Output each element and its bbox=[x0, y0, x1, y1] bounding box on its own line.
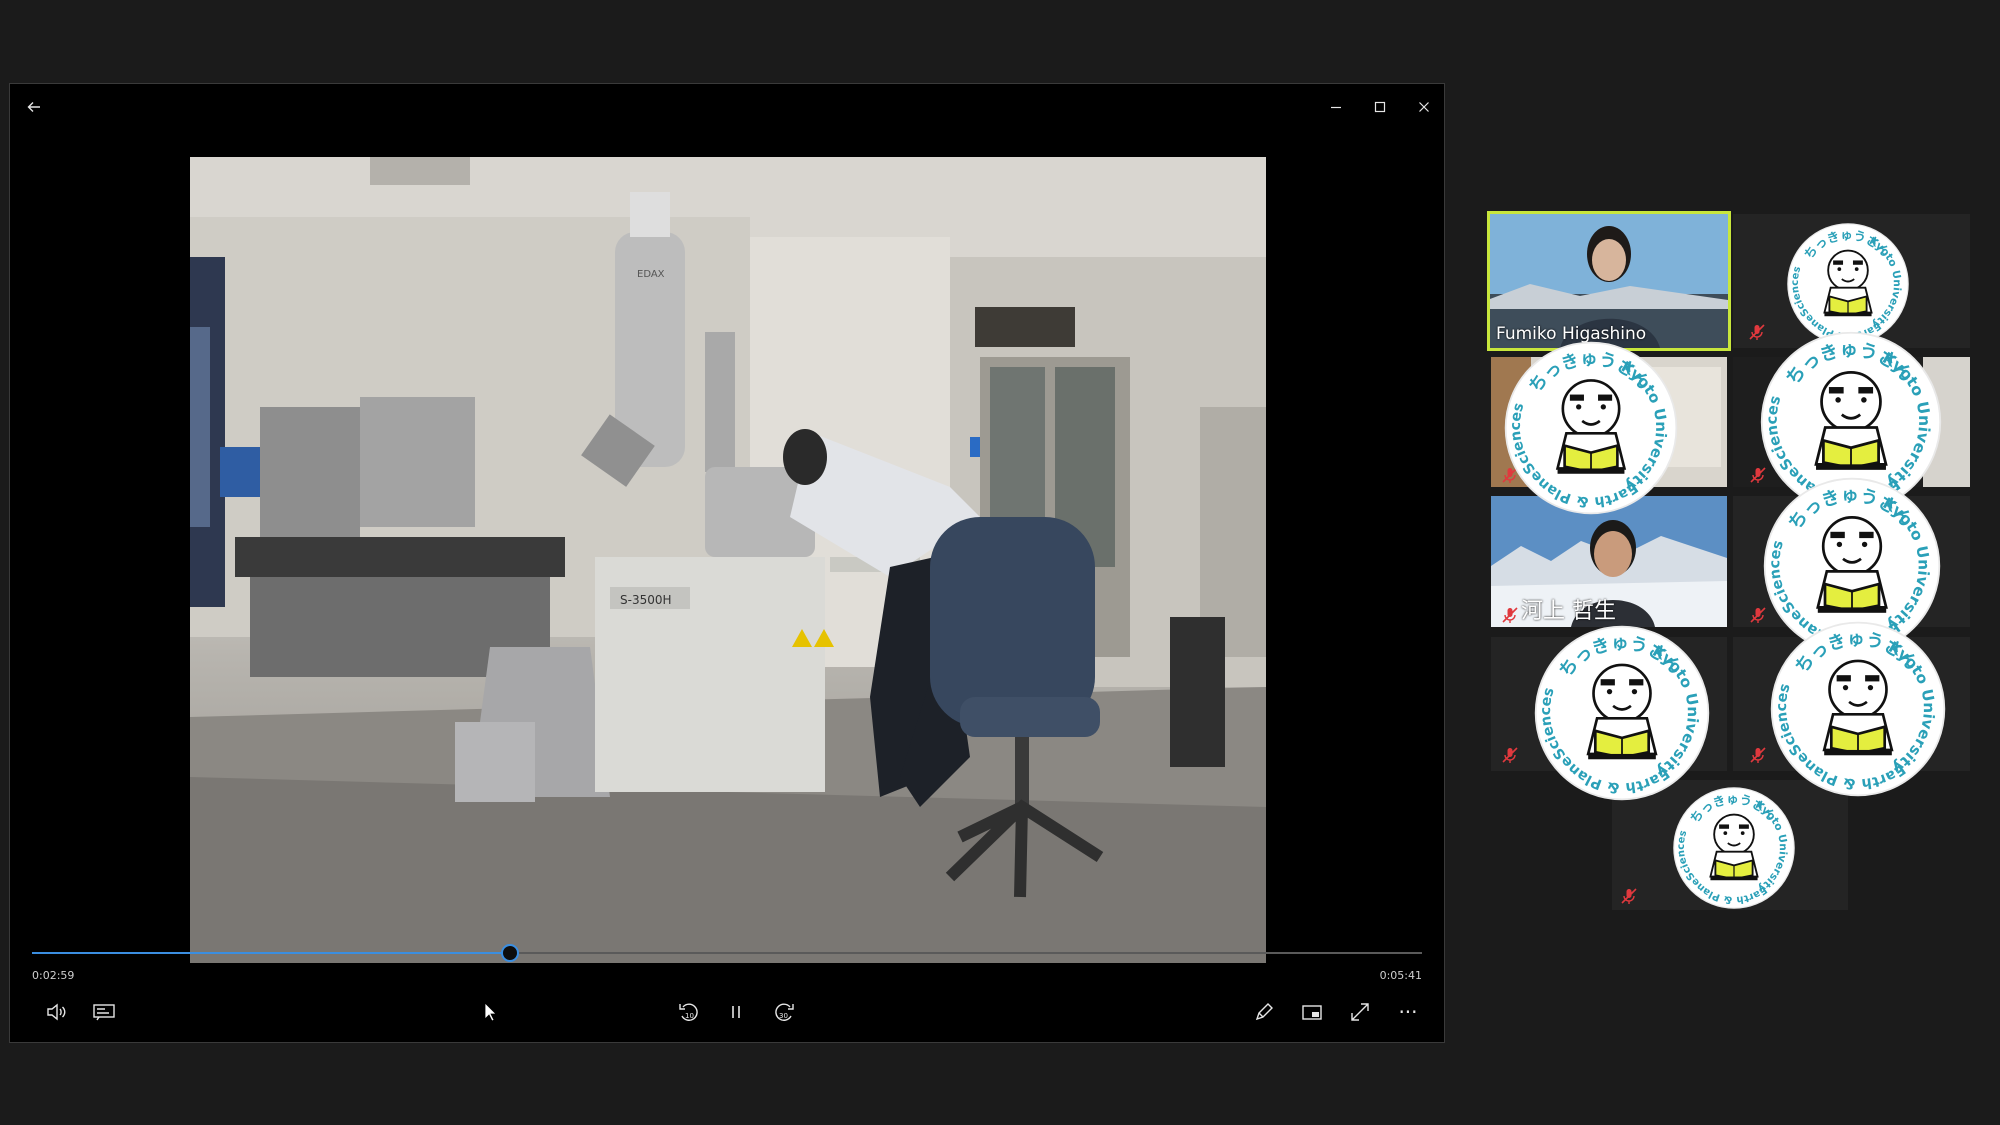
more-icon: ··· bbox=[1398, 1000, 1418, 1024]
cursor-arrow-icon bbox=[484, 1002, 497, 1022]
pause-button[interactable] bbox=[716, 992, 756, 1032]
progress-track[interactable] bbox=[32, 944, 1422, 962]
muted-microphone-icon bbox=[1502, 607, 1518, 623]
kyoto-university-logo-icon: ちっきゅうさん Kyoto University Earth & Planeta… bbox=[1783, 214, 1909, 345]
back-button[interactable] bbox=[18, 94, 50, 120]
participant-avatar-logo: ちっきゅうさん Kyoto University Earth & Planeta… bbox=[1764, 608, 1947, 798]
total-time: 0:05:41 bbox=[1379, 969, 1422, 982]
video-player-window: S-3500H EDAX 0:02:59 0:05:41 10 30 ··· bbox=[9, 83, 1445, 1043]
mouse-cursor bbox=[470, 992, 510, 1032]
fullscreen-icon bbox=[1351, 1003, 1369, 1021]
pen-button[interactable] bbox=[1244, 992, 1284, 1032]
muted-microphone-icon bbox=[1750, 747, 1766, 763]
maximize-button[interactable] bbox=[1364, 94, 1396, 120]
kyoto-university-logo-icon: ちっきゅうさん Kyoto University Earth & Planeta… bbox=[1528, 612, 1710, 801]
minimize-icon bbox=[1331, 106, 1341, 109]
arrow-left-icon bbox=[27, 102, 40, 112]
mini-view-button[interactable] bbox=[1292, 992, 1332, 1032]
muted-microphone-icon bbox=[1621, 888, 1637, 904]
kyoto-university-logo-icon: ちっきゅうさん Kyoto University Earth & Planeta… bbox=[1669, 778, 1795, 909]
skip-forward-30-icon: 30 bbox=[775, 1003, 794, 1021]
participant-name: 河上 哲生 bbox=[1521, 599, 1616, 624]
lab-scene-image: S-3500H EDAX bbox=[190, 157, 1266, 963]
mini-view-icon bbox=[1302, 1005, 1322, 1020]
kyoto-university-logo-icon: ちっきゅうさん Kyoto University Earth & Planeta… bbox=[1498, 328, 1678, 515]
participant-avatar-logo: ちっきゅうさん Kyoto University Earth & Planeta… bbox=[1498, 328, 1679, 516]
skip-back-10-icon: 10 bbox=[679, 1003, 698, 1021]
captions-button[interactable] bbox=[84, 992, 124, 1032]
edax-label: EDAX bbox=[637, 269, 665, 280]
video-frame[interactable]: S-3500H EDAX bbox=[190, 157, 1266, 963]
maximize-icon bbox=[1374, 101, 1386, 113]
participant-avatar-logo: ちっきゅうさん Kyoto University Earth & Planeta… bbox=[1783, 214, 1910, 346]
participant-avatar-logo: ちっきゅうさん Kyoto University Earth & Planeta… bbox=[1669, 778, 1796, 910]
sem-model-label: S-3500H bbox=[620, 593, 672, 607]
minimize-button[interactable] bbox=[1320, 94, 1352, 120]
skip-back-10-button[interactable]: 10 bbox=[669, 992, 709, 1032]
captions-icon bbox=[93, 1004, 115, 1021]
participant-avatar-logo: ちっきゅうさん Kyoto University Earth & Planeta… bbox=[1528, 612, 1711, 802]
skip-forward-30-button[interactable]: 30 bbox=[764, 992, 804, 1032]
close-icon bbox=[1419, 102, 1429, 112]
fullscreen-button[interactable] bbox=[1340, 992, 1380, 1032]
rewind-label: 10 bbox=[685, 1012, 694, 1020]
forward-label: 30 bbox=[779, 1012, 788, 1020]
muted-microphone-icon bbox=[1502, 747, 1518, 763]
progress-fill bbox=[32, 952, 511, 954]
close-button[interactable] bbox=[1408, 94, 1440, 120]
kyoto-university-logo-icon: ちっきゅうさん Kyoto University Earth & Planeta… bbox=[1764, 608, 1946, 797]
pen-icon bbox=[1255, 1003, 1273, 1021]
participant-tile-active[interactable]: Fumiko Higashino bbox=[1487, 211, 1731, 351]
more-button[interactable]: ··· bbox=[1388, 992, 1428, 1032]
pause-icon bbox=[732, 1006, 740, 1018]
volume-button[interactable] bbox=[36, 992, 76, 1032]
volume-icon bbox=[47, 1003, 66, 1021]
current-time: 0:02:59 bbox=[32, 969, 75, 982]
